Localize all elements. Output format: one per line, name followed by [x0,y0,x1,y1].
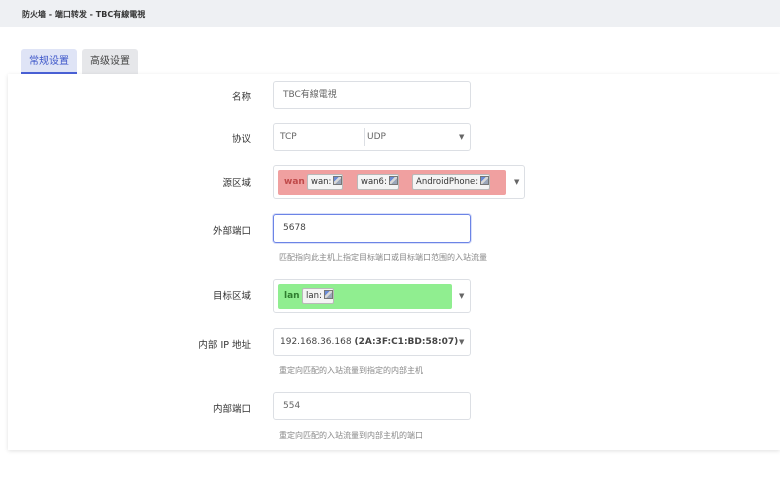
network-chip-lan: lan: [302,288,334,304]
internal-ip-label: 内部 IP 地址 [198,340,251,351]
network-chip-lan-label: lan: [306,291,322,301]
caret-down-icon: ▼ [514,178,520,186]
internal-ip-select[interactable]: 192.168.36.168 (2A:3F:C1:BD:58:07) ▼ [273,328,471,356]
dest-zone-label: 目标区域 [212,291,251,302]
protocol-divider [364,128,365,146]
internal-ip-address: 192.168.36.168 [280,337,352,347]
external-port-value: 5678 [283,223,306,233]
network-chip-wan: wan: [307,174,344,190]
internal-ip-mac: (2A:3F:C1:BD:58:07) [354,337,459,347]
network-chip-androidphone: AndroidPhone: [412,174,491,190]
name-input[interactable]: TBC有線電視 [273,81,471,109]
tab-advanced-settings[interactable]: 高级设置 [82,49,138,74]
network-icon [323,290,333,299]
breadcrumb: 防火墙 - 端口转发 - TBC有線電視 [22,10,146,19]
internal-port-input[interactable]: 554 [273,392,471,420]
caret-down-icon: ▼ [459,292,465,300]
tab-general-settings[interactable]: 常规设置 [21,49,77,74]
network-icon [388,176,398,185]
source-zone-name: wan [284,177,305,187]
source-zone-select[interactable]: wan wan: wan6: AndroidPhone: ▼ [273,165,525,199]
external-port-input[interactable]: 5678 [273,214,471,243]
dest-zone-select[interactable]: lan lan: ▼ [273,279,471,313]
network-icon [480,176,490,185]
caret-down-icon: ▼ [459,133,465,141]
network-chip-wan6-label: wan6: [361,177,387,187]
dest-zone-chip: lan lan: [278,284,452,309]
source-zone-chip: wan wan: wan6: AndroidPhone: [278,170,506,195]
protocol-select[interactable]: TCP UDP ▼ [273,123,471,151]
external-port-help: 匹配指向此主机上指定目标端口或目标端口范围的入站流量 [279,253,487,262]
network-chip-wan6: wan6: [357,174,399,190]
protocol-udp: UDP [367,132,386,142]
source-zone-label: 源区域 [222,178,251,189]
dest-zone-name: lan [284,291,300,301]
internal-ip-help: 重定向匹配的入站流量到指定的内部主机 [279,366,423,375]
network-chip-wan-label: wan: [311,177,332,187]
external-port-label: 外部端口 [212,226,251,237]
internal-port-value: 554 [283,401,301,411]
protocol-tcp: TCP [280,132,297,142]
protocol-label: 协议 [231,134,251,145]
page-header: 防火墙 - 端口转发 - TBC有線電視 [0,0,780,27]
internal-port-help: 重定向匹配的入站流量到内部主机的端口 [279,431,423,440]
internal-port-label: 内部端口 [212,404,251,415]
network-chip-androidphone-label: AndroidPhone: [416,177,479,187]
name-value: TBC有線電視 [283,90,337,100]
name-label: 名称 [231,92,251,103]
caret-down-icon: ▼ [459,338,465,346]
network-icon [333,176,343,185]
internal-ip-value: 192.168.36.168 (2A:3F:C1:BD:58:07) [280,329,458,355]
